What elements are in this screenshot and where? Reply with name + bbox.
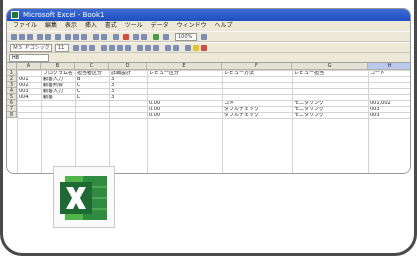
increase-indent-icon[interactable]: [173, 45, 179, 51]
column-header-c[interactable]: C: [75, 63, 109, 70]
font-size-select[interactable]: 11: [55, 44, 69, 52]
decrease-indent-icon[interactable]: [165, 45, 171, 51]
merge-center-icon[interactable]: [125, 45, 131, 51]
standard-toolbar: 100%: [7, 31, 410, 42]
open-icon[interactable]: [19, 34, 25, 40]
redo-icon[interactable]: [101, 34, 107, 40]
column-header-g[interactable]: G: [292, 63, 368, 70]
zoom-select[interactable]: 100%: [175, 33, 197, 41]
borders-icon[interactable]: [185, 45, 191, 51]
column-header-b[interactable]: B: [41, 63, 75, 70]
help-icon[interactable]: [201, 34, 207, 40]
save-icon[interactable]: [27, 34, 33, 40]
gridline: [17, 112, 410, 113]
print-icon[interactable]: [37, 34, 43, 40]
sort-asc-icon[interactable]: [133, 34, 139, 40]
gridline: [147, 70, 148, 173]
gridline: [368, 70, 369, 173]
font-color-icon[interactable]: [201, 45, 207, 51]
underline-icon[interactable]: [89, 45, 95, 51]
menu-insert[interactable]: 挿入: [85, 21, 97, 31]
preview-icon[interactable]: [45, 34, 51, 40]
chart-wizard-icon[interactable]: [153, 34, 159, 40]
gridline: [17, 70, 18, 173]
menu-edit[interactable]: 編集: [45, 21, 57, 31]
column-header-h[interactable]: H: [368, 63, 410, 70]
cut-icon[interactable]: [65, 34, 71, 40]
gridline: [17, 106, 410, 107]
gridline: [17, 76, 410, 77]
excel-logo-icon: [53, 166, 115, 228]
window-titlebar[interactable]: Microsoft Excel - Book1: [7, 9, 410, 21]
formula-bar: H8: [7, 53, 410, 63]
gridline: [17, 118, 410, 119]
row-header[interactable]: 8: [7, 112, 17, 118]
spell-icon[interactable]: [55, 34, 61, 40]
hyperlink-icon[interactable]: [113, 34, 119, 40]
menu-window[interactable]: ウィンドウ: [177, 21, 207, 31]
column-header-a[interactable]: A: [17, 63, 41, 70]
menu-tools[interactable]: ツール: [125, 21, 143, 31]
italic-icon[interactable]: [81, 45, 87, 51]
gridline: [222, 70, 223, 173]
gridline: [17, 88, 410, 89]
percent-icon[interactable]: [145, 45, 151, 51]
column-header-f[interactable]: F: [222, 63, 292, 70]
gridline: [109, 70, 110, 173]
bold-icon[interactable]: [73, 45, 79, 51]
font-name-select[interactable]: ＭＳ Ｐゴシック: [10, 44, 52, 52]
new-icon[interactable]: [11, 34, 17, 40]
column-header-d[interactable]: D: [109, 63, 147, 70]
sort-desc-icon[interactable]: [141, 34, 147, 40]
menu-bar: ファイル 編集 表示 挿入 書式 ツール データ ウィンドウ ヘルプ: [7, 21, 410, 31]
worksheet-grid[interactable]: A B C D E F G H 1 プログラム名 担当者区分 詳細設計 レビュー区分 レビ…: [7, 63, 410, 173]
currency-icon[interactable]: [137, 45, 143, 51]
undo-icon[interactable]: [93, 34, 99, 40]
gridline: [17, 70, 410, 71]
menu-file[interactable]: ファイル: [13, 21, 37, 31]
align-center-icon[interactable]: [109, 45, 115, 51]
copy-icon[interactable]: [73, 34, 79, 40]
gridline: [17, 100, 410, 101]
excel-app-icon: [11, 11, 19, 19]
align-right-icon[interactable]: [117, 45, 123, 51]
gridline: [17, 82, 410, 83]
comma-icon[interactable]: [153, 45, 159, 51]
column-header-e[interactable]: E: [147, 63, 222, 70]
gridline: [75, 70, 76, 173]
fill-color-icon[interactable]: [193, 45, 199, 51]
gridline: [17, 94, 410, 95]
menu-view[interactable]: 表示: [65, 21, 77, 31]
formatting-toolbar: ＭＳ Ｐゴシック 11: [7, 42, 410, 53]
paste-icon[interactable]: [81, 34, 87, 40]
align-left-icon[interactable]: [101, 45, 107, 51]
menu-data[interactable]: データ: [151, 21, 169, 31]
gridline: [292, 70, 293, 173]
gridline: [41, 70, 42, 173]
window-title: Microsoft Excel - Book1: [23, 11, 105, 19]
excel-logo-graphic: [60, 176, 107, 220]
excel-screenshot: Microsoft Excel - Book1 ファイル 編集 表示 挿入 書式…: [6, 8, 411, 174]
drawing-icon[interactable]: [163, 34, 169, 40]
menu-format[interactable]: 書式: [105, 21, 117, 31]
autosum-icon[interactable]: [123, 34, 129, 40]
menu-help[interactable]: ヘルプ: [215, 21, 233, 31]
name-box[interactable]: H8: [9, 54, 49, 62]
select-all-corner[interactable]: [7, 63, 17, 70]
